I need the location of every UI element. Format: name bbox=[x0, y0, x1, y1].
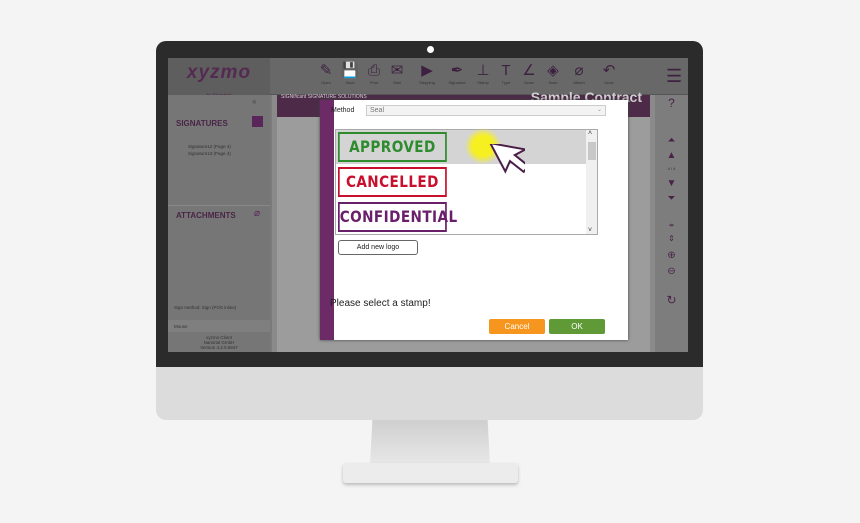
menu-icon[interactable]: ☰ bbox=[666, 66, 682, 87]
navigation-bar: ? ⏶ ▲ 4 / 4 ▼ ⏷ ⇹ ⇕ ⊕ ⊖ ↻ bbox=[655, 95, 688, 352]
undo-icon: ↶ bbox=[602, 62, 616, 79]
stamp-cancelled[interactable]: CANCELLED bbox=[338, 167, 447, 197]
scan-icon: ◈ bbox=[547, 62, 559, 79]
mail-icon: ✉ bbox=[390, 62, 404, 79]
toolbar-label: Open bbox=[321, 80, 331, 85]
scrollbar[interactable]: ˄ ˅ bbox=[586, 130, 597, 234]
attach-icon: ⌀ bbox=[574, 62, 584, 79]
monitor-chin bbox=[156, 367, 703, 420]
toolbar-label: Save bbox=[345, 80, 355, 85]
toolbar-label: Draw bbox=[524, 80, 534, 85]
add-new-logo-button[interactable]: Add new logo bbox=[338, 240, 418, 255]
help-icon[interactable]: ? bbox=[655, 96, 688, 110]
stamp-confidential[interactable]: CONFIDENTIAL bbox=[338, 202, 457, 232]
toolbar-label: Attach bbox=[573, 80, 585, 85]
input-mode[interactable]: Mouse bbox=[168, 320, 270, 332]
zoom-out-icon[interactable]: ⊖ bbox=[655, 266, 688, 277]
zoom-in-icon[interactable]: ⊕ bbox=[655, 250, 688, 261]
attach-icon[interactable]: ⌀ bbox=[254, 208, 260, 219]
next-page-icon[interactable]: ▼ bbox=[655, 178, 688, 189]
chevron-down-icon: ⌄ bbox=[596, 107, 602, 113]
draw-icon: ∠ bbox=[522, 62, 536, 79]
toolbar-stepping-button[interactable]: ▶ Stepping bbox=[414, 62, 440, 85]
open-icon: ✎ bbox=[319, 62, 333, 79]
sidebar: « SIGNATURES Signature12 (Page 4) Signat… bbox=[168, 95, 270, 352]
toolbar-label: Signature bbox=[448, 80, 466, 85]
monitor-stand bbox=[370, 420, 490, 465]
stamp-dialog: Method Seal ⌄ APPROVED CANCELLED CONFIDENTI… bbox=[320, 100, 628, 340]
rotate-icon[interactable]: ↻ bbox=[655, 293, 688, 307]
fit-height-icon[interactable]: ⇕ bbox=[655, 234, 688, 243]
logo: xyzmoby Namirial bbox=[168, 58, 270, 99]
toolbar-label: Stepping bbox=[419, 80, 435, 85]
camera-dot bbox=[427, 46, 434, 53]
stamp-approved[interactable]: APPROVED bbox=[338, 132, 447, 162]
toolbar-attach-button[interactable]: ⌀ Attach bbox=[566, 62, 592, 85]
sign-method: Sign method: Sign (POS inline) bbox=[174, 305, 237, 310]
signature-item[interactable]: Signature13 (Page 4) bbox=[188, 151, 231, 156]
save-icon: 💾 bbox=[340, 62, 360, 79]
toolbar-draw-button[interactable]: ∠ Draw bbox=[516, 62, 542, 85]
edit-signature-icon[interactable] bbox=[252, 116, 263, 127]
toolbar-label: Mail bbox=[393, 80, 401, 85]
signature-item[interactable]: Signature12 (Page 4) bbox=[188, 144, 231, 149]
toolbar-signature-button[interactable]: ✒ Signature bbox=[444, 62, 470, 85]
toolbar-open-button[interactable]: ✎ Open bbox=[313, 62, 339, 85]
cursor-icon bbox=[488, 144, 525, 174]
toolbar-undo-button[interactable]: ↶ Undo bbox=[596, 62, 622, 85]
first-page-icon[interactable]: ⏶ bbox=[655, 135, 688, 146]
toolbar-label: Undo bbox=[604, 80, 614, 85]
signature-icon: ✒ bbox=[450, 62, 464, 79]
monitor-base bbox=[343, 463, 518, 483]
last-page-icon[interactable]: ⏷ bbox=[655, 193, 688, 204]
toolbar-scan-button[interactable]: ◈ Scan bbox=[540, 62, 566, 85]
method-select[interactable]: Seal ⌄ bbox=[366, 105, 606, 116]
footer-line: Version 4.2.0.5947 bbox=[200, 345, 238, 350]
prev-page-icon[interactable]: ▲ bbox=[655, 150, 688, 161]
signatures-heading: SIGNATURES bbox=[176, 119, 228, 128]
toolbar-mail-button[interactable]: ✉ Mail bbox=[384, 62, 410, 85]
status-message: Please select a stamp! bbox=[330, 298, 431, 309]
method-label: Method bbox=[331, 107, 355, 114]
stepping-icon: ▶ bbox=[421, 62, 433, 79]
attachments-heading: ATTACHMENTS bbox=[176, 211, 236, 220]
page-counter: 4 / 4 bbox=[667, 166, 676, 171]
toolbar-label: Scan bbox=[548, 80, 558, 85]
collapse-icon[interactable]: « bbox=[252, 97, 256, 106]
app-window: xyzmoby Namirial ✎Open💾Save⎙Print✉Mail▶S… bbox=[168, 58, 688, 352]
ok-button[interactable]: OK bbox=[549, 319, 605, 334]
fit-width-icon[interactable]: ⇹ bbox=[655, 222, 688, 229]
toolbar-save-button[interactable]: 💾 Save bbox=[337, 62, 363, 85]
cancel-button[interactable]: Cancel bbox=[489, 319, 545, 334]
